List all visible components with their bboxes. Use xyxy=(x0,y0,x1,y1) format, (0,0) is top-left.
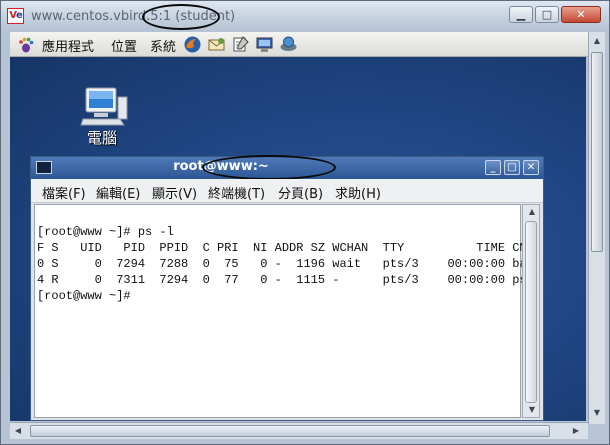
mail-icon[interactable] xyxy=(207,35,226,54)
vnc-title-bar[interactable]: Ve www.centos.vbird.5:1 (student) ▁ □ ✕ xyxy=(1,1,609,32)
firefox-icon[interactable] xyxy=(183,35,202,54)
panel-menu-applications[interactable]: 應用程式 xyxy=(42,36,94,55)
menu-file[interactable]: 檔案(F) xyxy=(42,183,86,202)
menu-edit[interactable]: 編輯(E) xyxy=(96,183,140,202)
scroll-left-icon[interactable]: ◀ xyxy=(12,424,24,438)
menu-help[interactable]: 求助(H) xyxy=(335,183,381,202)
vnc-logo-icon: Ve xyxy=(7,8,24,24)
network-icon[interactable] xyxy=(279,35,298,54)
vnc-maximize-button[interactable]: □ xyxy=(535,6,559,23)
vnc-minimize-button[interactable]: ▁ xyxy=(509,6,533,23)
computer-icon[interactable] xyxy=(80,85,130,127)
terminal-scroll-thumb[interactable] xyxy=(525,221,537,403)
highlight-ellipse xyxy=(202,155,336,180)
terminal-line: F S UID PID PPID C PRI NI ADDR SZ WCHAN … xyxy=(37,241,534,255)
scroll-right-icon[interactable]: ▶ xyxy=(570,424,582,438)
scroll-down-icon[interactable]: ▼ xyxy=(591,406,603,420)
terminal-menu-bar: 檔案(F) 編輯(E) 顯示(V) 終端機(T) 分頁(B) 求助(H) xyxy=(31,179,543,203)
terminal-line: 0 S 0 7294 7288 0 75 0 - 1196 wait pts/3… xyxy=(37,257,542,271)
vnc-window: Ve www.centos.vbird.5:1 (student) ▁ □ ✕ … xyxy=(0,0,610,445)
terminal-minimize-button[interactable]: _ xyxy=(485,160,501,175)
menu-terminal[interactable]: 終端機(T) xyxy=(208,183,265,202)
terminal-close-button[interactable]: ✕ xyxy=(523,160,539,175)
scroll-down-icon[interactable]: ▼ xyxy=(526,403,538,417)
terminal-line: [root@www ~]# xyxy=(37,289,131,303)
terminal-output: [root@www ~]# ps -l F S UID PID PPID C PR… xyxy=(37,208,541,336)
office-icon[interactable] xyxy=(231,35,250,54)
terminal-window: root@www:~ _ □ ✕ 檔案(F) 編輯(E) 顯示(V) 終端機(T… xyxy=(30,155,544,421)
vnc-close-button[interactable]: ✕ xyxy=(561,6,601,23)
terminal-maximize-button[interactable]: □ xyxy=(504,160,520,175)
scroll-up-icon[interactable]: ▲ xyxy=(591,34,603,48)
scroll-up-icon[interactable]: ▲ xyxy=(526,205,538,219)
terminal-title-bar[interactable]: root@www:~ _ □ ✕ xyxy=(31,155,543,180)
terminal-line: [root@www ~]# ps -l xyxy=(37,225,174,239)
panel-menu-places[interactable]: 位置 xyxy=(111,36,137,55)
terminal-line: 4 R 0 7311 7294 0 77 0 - 1115 - pts/3 00… xyxy=(37,273,527,287)
vnc-horizontal-scrollbar[interactable]: ◀ ▶ xyxy=(10,422,588,439)
terminal-scrollbar[interactable]: ▲ ▼ xyxy=(522,204,540,418)
vnc-horizontal-scroll-thumb[interactable] xyxy=(30,425,550,437)
panel-menu-system[interactable]: 系統 xyxy=(150,36,176,55)
vnc-vertical-scroll-thumb[interactable] xyxy=(591,52,603,252)
gnome-top-panel: 應用程式 位置 系統 xyxy=(10,32,594,57)
gnome-foot-icon xyxy=(19,37,34,53)
desktop-icon-label-computer: 電腦 xyxy=(86,129,117,147)
terminal-screen[interactable]: [root@www ~]# ps -l F S UID PID PPID C PR… xyxy=(34,204,541,418)
vnc-vertical-scrollbar[interactable]: ▲ ▼ xyxy=(588,32,605,424)
monitor-icon[interactable] xyxy=(255,35,274,54)
highlight-ellipse xyxy=(142,4,220,30)
menu-tabs[interactable]: 分頁(B) xyxy=(278,183,323,202)
menu-view[interactable]: 顯示(V) xyxy=(152,183,197,202)
